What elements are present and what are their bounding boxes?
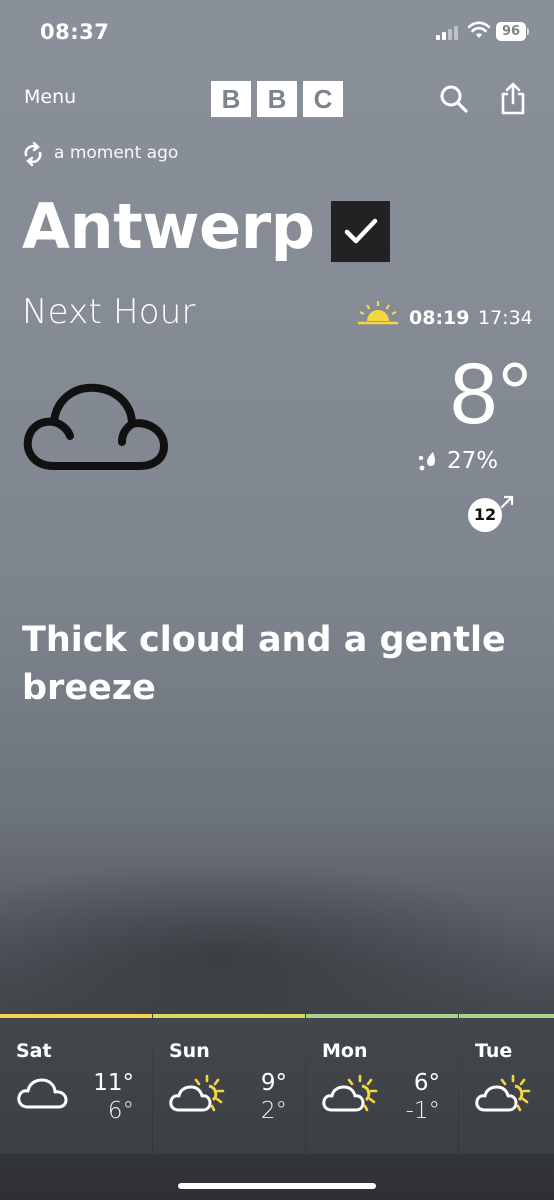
signal-icon — [436, 24, 462, 40]
forecast-day-name: Sun — [169, 1040, 210, 1062]
forecast-day-name: Tue — [475, 1040, 513, 1062]
refresh-icon[interactable] — [21, 142, 45, 166]
forecast-day[interactable]: Sat 11° 6° — [0, 1014, 152, 1154]
checkmark-icon — [344, 218, 377, 243]
forecast-low: 2° — [260, 1098, 287, 1124]
cloud-icon — [23, 383, 168, 470]
forecast-high: 11° — [93, 1070, 134, 1096]
location-name: Antwerp — [22, 190, 315, 263]
wifi-icon — [468, 21, 490, 38]
precipitation-icon — [418, 452, 435, 471]
search-icon[interactable] — [439, 84, 469, 114]
bbc-logo[interactable]: B B C — [211, 81, 343, 117]
sun-cloud-icon — [475, 1074, 531, 1112]
precipitation-chance: 27% — [447, 448, 499, 474]
forecast-day[interactable]: Tue — [459, 1014, 554, 1154]
forecast-low: 6° — [107, 1098, 134, 1124]
forecast-day[interactable]: Mon 6° -1° — [306, 1014, 458, 1154]
forecast-low: -1° — [405, 1098, 440, 1124]
logo-letter-3: C — [303, 81, 343, 117]
sun-cloud-icon — [169, 1074, 225, 1112]
sun-cloud-icon — [322, 1074, 378, 1112]
logo-letter-1: B — [211, 81, 251, 117]
forecast-high: 9° — [260, 1070, 287, 1096]
sunrise-icon — [358, 301, 398, 325]
forecast-day-name: Sat — [16, 1040, 52, 1062]
last-updated-text: a moment ago — [54, 143, 179, 163]
background-haze — [0, 860, 554, 1020]
share-icon[interactable] — [499, 82, 527, 116]
forecast-strip[interactable]: Sat 11° 6° Sun 9° 2° Mon 6° -1° Tue — [0, 1014, 554, 1154]
sunrise-time: 08:19 — [409, 307, 470, 329]
next-hour-label: Next Hour — [22, 292, 196, 332]
forecast-day-name: Mon — [322, 1040, 368, 1062]
wind-direction-arrow-icon — [500, 495, 514, 509]
current-temperature: 8° — [449, 346, 532, 442]
forecast-day[interactable]: Sun 9° 2° — [153, 1014, 305, 1154]
battery-tip — [527, 28, 529, 35]
home-indicator[interactable] — [178, 1183, 376, 1189]
save-location-toggle[interactable] — [331, 201, 390, 262]
status-time: 08:37 — [40, 20, 110, 44]
weather-description: Thick cloud and a gentle breeze — [22, 620, 506, 708]
sunset-time: 17:34 — [478, 307, 533, 329]
wind-speed: 12 — [468, 498, 502, 532]
forecast-high: 6° — [413, 1070, 440, 1096]
battery-indicator: 96 — [496, 22, 526, 41]
logo-letter-2: B — [257, 81, 297, 117]
menu-button[interactable]: Menu — [24, 86, 76, 108]
cloud-icon — [17, 1078, 68, 1109]
